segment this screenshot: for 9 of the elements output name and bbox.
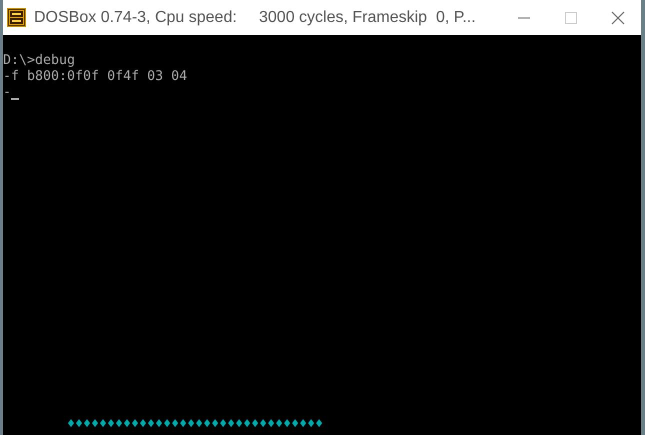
window-title: DOSBox 0.74-3, Cpu speed: 3000 cycles, Frameskip 0, P... xyxy=(34,8,476,28)
minimize-icon xyxy=(518,16,530,18)
console-line: D:\>debug xyxy=(3,53,76,69)
console-line: - xyxy=(3,85,12,101)
close-icon xyxy=(610,10,624,24)
maximize-icon xyxy=(564,12,576,24)
app-icon xyxy=(7,8,26,27)
diamond-characters: ♦♦♦♦♦♦♦♦♦♦♦♦♦♦♦♦♦♦♦♦♦♦♦♦♦♦♦♦♦♦♦♦ xyxy=(67,417,324,433)
console-line: -f b800:0f0f 0f4f 03 04 xyxy=(3,69,188,85)
